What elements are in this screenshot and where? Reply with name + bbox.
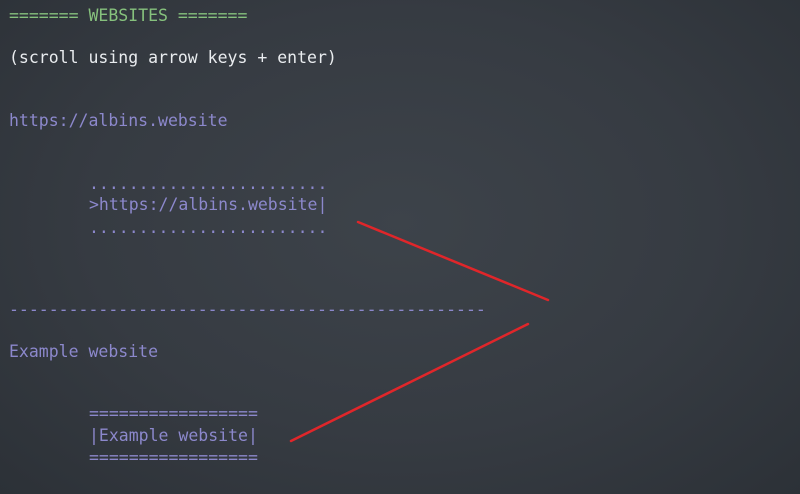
website-link-example[interactable]: Example website (9, 342, 158, 362)
example-box-bottom: ================= (89, 448, 258, 467)
scroll-hint: (scroll using arrow keys + enter) (9, 48, 337, 67)
annotation-line-lower (289, 322, 530, 443)
header-title: ======= WEBSITES ======= (9, 6, 248, 25)
website-link-albins[interactable]: https://albins.website (9, 111, 228, 131)
example-box-entry[interactable]: |Example website| (89, 426, 258, 446)
example-box-top: ================= (89, 404, 258, 423)
selection-box-bottom: ........................ (89, 218, 328, 237)
annotation-line-upper (356, 220, 550, 302)
separator: ----------------------------------------… (9, 300, 486, 319)
selection-box-entry-albins[interactable]: >https://albins.website| (89, 195, 327, 215)
selection-box-top: ........................ (89, 174, 328, 193)
